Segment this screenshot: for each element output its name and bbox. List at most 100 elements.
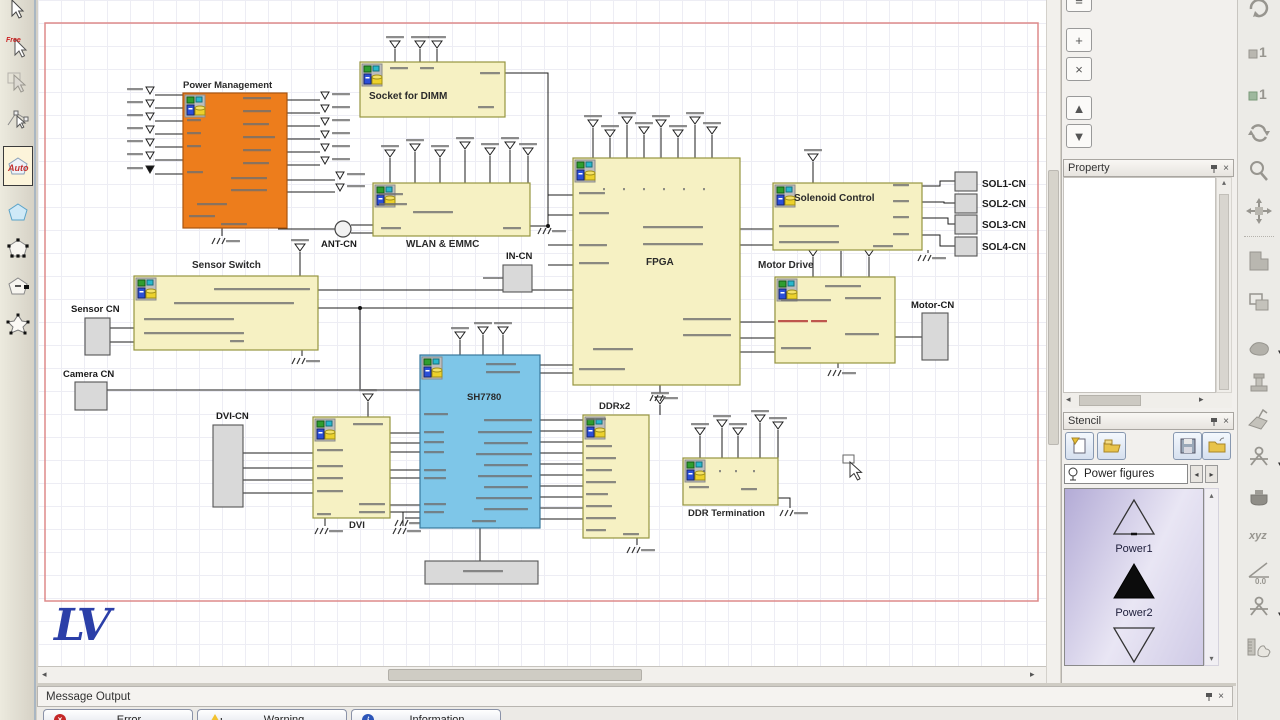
scroll-right-icon[interactable]: ▸ [1199,394,1204,405]
pin-label-texture [719,470,721,473]
stencil-item-Power2[interactable] [1065,561,1203,606]
angle-zero-icon[interactable]: 0.0 [1244,556,1274,586]
move-down-button[interactable]: ▼ [1066,124,1092,148]
stencil-item-label: Power2 [1115,607,1153,619]
stencil-item-shape[interactable] [1065,625,1203,665]
property-vscroll-thumb[interactable] [1219,194,1229,390]
coordinate-xyz-icon[interactable]: xyz [1244,520,1274,550]
connector-camera-cn[interactable] [74,381,108,411]
close-icon[interactable]: × [1223,416,1229,427]
scroll-left-icon[interactable]: ◂ [42,669,47,680]
pin-label-texture [424,431,444,434]
pin-label-texture [127,127,143,130]
copy-objects-icon[interactable] [1244,288,1274,318]
pin-label-texture [424,451,444,454]
delete-button[interactable]: × [1066,57,1092,81]
ground-symbol [626,546,641,554]
pin-label-texture [230,340,244,343]
stencil-category-dropdown[interactable]: Power figures [1064,464,1188,484]
stencil-open-button[interactable] [1097,432,1126,460]
zoom-tool-icon[interactable] [1244,156,1274,186]
redraw-icon[interactable] [1244,118,1274,148]
power-flag-icon [145,151,155,161]
connector-sol3-cn[interactable] [954,214,978,235]
connector-ant-cn[interactable] [334,220,352,238]
scroll-up-icon[interactable]: ▴ [1217,178,1231,187]
connector-label: Sensor CN [71,304,120,315]
move-up-button[interactable]: ▲ [1066,96,1092,120]
place-block-icon [1249,251,1269,271]
category-prev-button[interactable]: ◂ [1190,465,1203,483]
warning-icon: ! [208,713,223,720]
pin-label-texture [579,212,609,215]
connector-motor-cn[interactable] [921,312,949,361]
stencil-vscrollbar[interactable]: ▴ ▾ [1204,488,1219,666]
draw-polygon-tool[interactable] [3,196,33,228]
add-button[interactable]: + [1066,28,1092,52]
pin-label-texture [187,132,201,135]
scroll-up-icon[interactable]: ▴ [1205,491,1218,500]
schematic-drawing[interactable]: Power Management Socket for DIMM WLAN & EM… [38,0,1046,666]
pan-tool-icon[interactable] [1244,196,1274,226]
rotate-view-icon[interactable] [1244,0,1274,22]
canvas-hscroll-thumb[interactable] [388,669,642,681]
pin-label-texture [842,372,856,375]
free-select-tool[interactable]: Free [3,30,33,62]
block-sensor-switch[interactable] [133,275,319,351]
pin-label-texture [484,486,528,489]
press-tool-icon[interactable] [1244,482,1274,512]
pin-icon[interactable] [1210,164,1218,173]
zoom-previous-icon[interactable]: 1 [1244,78,1274,108]
zoom-ratio-1-icon[interactable]: 1 [1244,36,1274,66]
reshape-polygon-tool[interactable] [3,308,33,340]
edit-vertices-tool[interactable] [3,232,33,264]
connector-pcie-cn[interactable] [424,560,539,585]
pin-label-texture [474,322,492,325]
list-button[interactable]: ≡ [1066,0,1092,12]
schematic-canvas[interactable]: Power Management Socket for DIMM WLAN & EM… [38,0,1060,683]
pin-icon[interactable] [1210,417,1218,426]
place-figure-icon[interactable]: ▾ [1244,442,1280,472]
clamp-tool-icon[interactable] [1244,404,1274,434]
connector-sol2-cn[interactable] [954,193,978,214]
edit-segment-tool[interactable] [3,270,33,302]
tab-warning[interactable]: ! Warning [197,709,347,720]
schematic-sheet[interactable]: Power Management Socket for DIMM WLAN & EM… [38,0,1046,666]
select-cursor-tool[interactable] [3,0,33,26]
tab-information[interactable]: i Information [351,709,501,720]
tab-error[interactable]: × Error [43,709,193,720]
category-next-button[interactable]: ▸ [1205,465,1218,483]
auto-route-tool[interactable]: Auto [3,146,33,186]
pin-icon[interactable] [1205,692,1213,701]
stencil-new-button[interactable] [1065,432,1094,460]
canvas-vscroll-thumb[interactable] [1048,170,1059,445]
connector-in-cn[interactable] [502,264,533,293]
scroll-left-icon[interactable]: ◂ [1066,394,1071,405]
place-component-icon[interactable]: ▾ [1244,330,1280,360]
stencil-import-button[interactable] [1202,432,1231,460]
scroll-down-icon[interactable]: ▾ [1205,654,1218,663]
connector-sensor-cn[interactable] [84,317,111,356]
panel-hscroll-thumb[interactable] [1079,395,1141,406]
stencil-item-Power1[interactable] [1065,497,1203,542]
close-icon[interactable]: × [1223,163,1229,174]
ruler-tool-icon[interactable] [1244,630,1274,660]
scroll-right-icon[interactable]: ▸ [1030,669,1035,680]
property-vscrollbar[interactable]: ▴ [1216,177,1232,393]
canvas-vscrollbar[interactable] [1046,0,1060,683]
select-disabled-tool[interactable] [3,66,33,98]
stamp-tool-icon[interactable] [1244,368,1274,398]
connector-sol4-cn[interactable] [954,236,978,257]
close-icon[interactable]: × [1218,691,1224,702]
panel-hscrollbar[interactable]: ◂ ▸ [1063,393,1232,408]
measure-figure-icon[interactable]: ▾ [1244,592,1280,622]
stencil-item-list[interactable]: Power1 Power2 [1064,488,1204,666]
power-flag-icon [320,156,330,166]
stencil-save-button[interactable] [1173,432,1202,460]
canvas-hscrollbar[interactable]: ◂ ▸ [38,666,1046,683]
connector-sol1-cn[interactable] [954,171,978,192]
connector-dvi-cn[interactable] [212,424,244,508]
node-edit-tool[interactable] [3,102,33,134]
property-panel-header: Property × [1063,159,1234,177]
place-block-icon[interactable] [1244,246,1274,276]
